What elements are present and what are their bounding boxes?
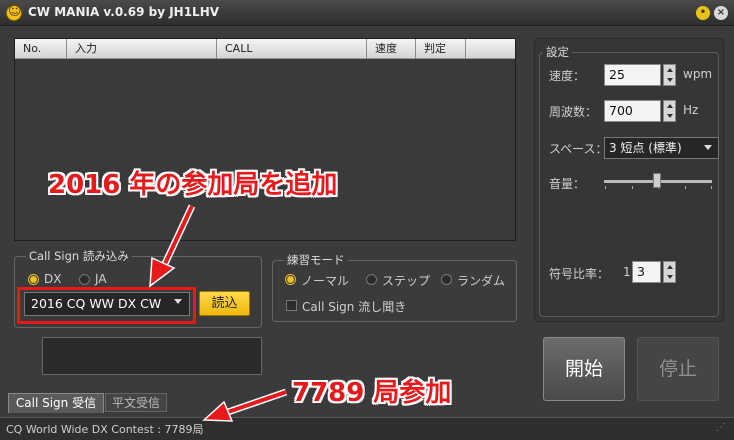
annotation-arrow-top-icon xyxy=(149,204,196,288)
annotation-arrows xyxy=(149,204,288,422)
annotation-arrow-bottom-icon xyxy=(202,388,288,422)
